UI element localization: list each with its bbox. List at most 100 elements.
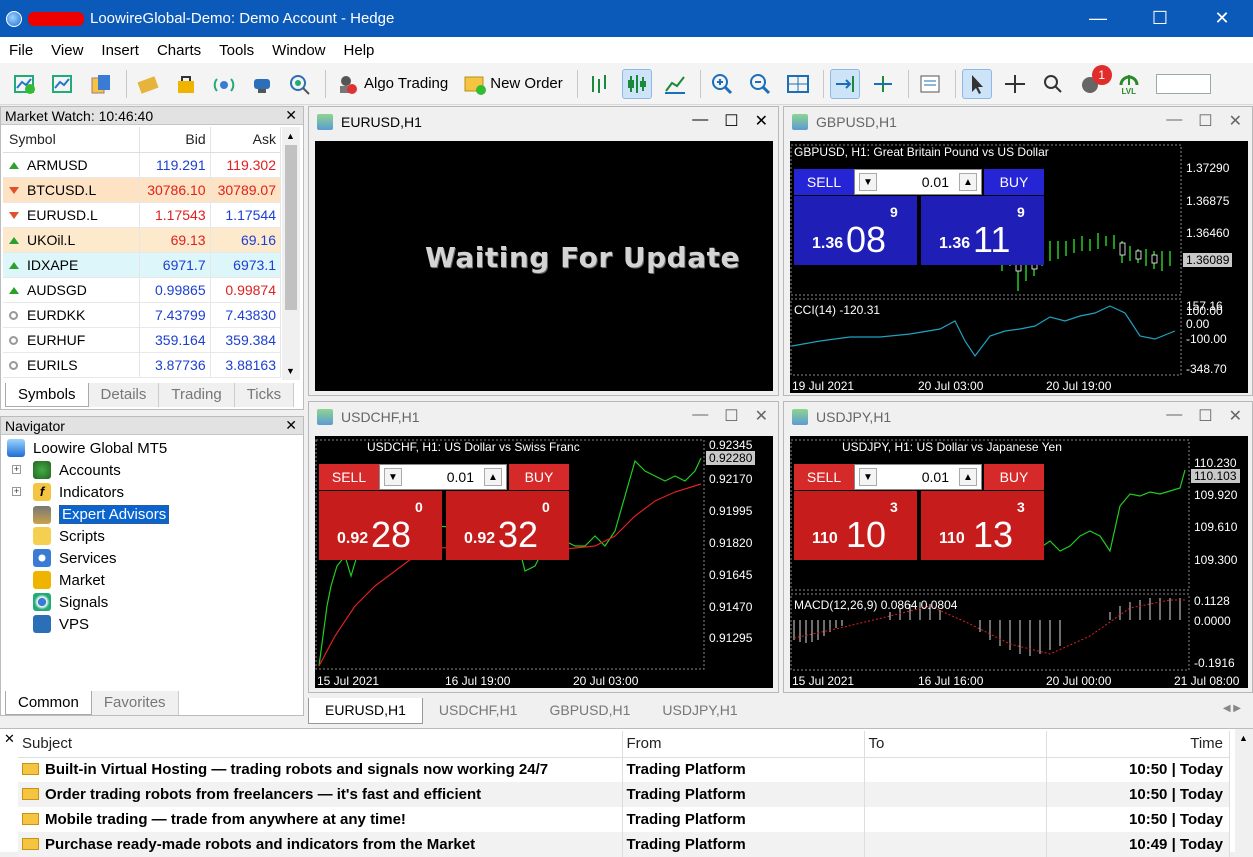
community-icon[interactable]	[285, 69, 315, 99]
zoom-out-icon[interactable]	[745, 69, 775, 99]
chart-canvas[interactable]: USDCHF, H1: US Dollar vs Swiss Franc SEL…	[315, 436, 773, 688]
buy-price-button[interactable]: 0.92 32 0	[446, 491, 569, 560]
navigator-item-signals[interactable]: Signals	[33, 593, 108, 611]
tab-details[interactable]: Details	[88, 383, 160, 407]
templates-icon[interactable]	[86, 69, 116, 99]
toolbar-input[interactable]	[1155, 73, 1211, 94]
lot-decrease-icon[interactable]: ▼	[859, 468, 877, 486]
buy-button[interactable]: BUY	[509, 464, 569, 490]
navigator-item-indicators[interactable]: f Indicators	[33, 483, 124, 501]
table-row[interactable]: IDXAPE 6971.7 6973.1	[3, 252, 282, 278]
chart-window-gbpusd[interactable]: GBPUSD,H1 — ☐ ✕ GBPUSD, H1: Great Britai…	[783, 106, 1253, 396]
sell-button[interactable]: SELL	[794, 169, 854, 195]
column-header-time[interactable]: Time	[1046, 731, 1230, 758]
menu-charts[interactable]: Charts	[148, 42, 210, 59]
table-row[interactable]: Order trading robots from freelancers — …	[18, 782, 1230, 807]
templates-list-icon[interactable]	[915, 69, 945, 99]
maximize-button[interactable]: ☐	[1129, 0, 1191, 37]
table-row[interactable]: AUDSGD 0.99865 0.99874	[3, 277, 282, 303]
chart-window-usdjpy[interactable]: USDJPY,H1 — ☐ ✕ USDJPY, H1: US Dollar vs…	[783, 401, 1253, 693]
table-row[interactable]: EURUSD.L 1.17543 1.17544	[3, 202, 282, 228]
vps-icon[interactable]	[247, 69, 277, 99]
tab-scroll-arrows-icon[interactable]: ◀ ▶	[1223, 703, 1241, 714]
table-row[interactable]: UKOil.L 69.13 69.16	[3, 227, 282, 253]
table-row[interactable]: ARMUSD 119.291 119.302	[3, 152, 282, 178]
cursor-icon[interactable]	[961, 68, 992, 99]
maximize-icon[interactable]: ☐	[1198, 111, 1212, 131]
close-icon[interactable]: ✕	[4, 731, 15, 747]
minimize-button[interactable]: —	[1067, 0, 1129, 37]
maximize-icon[interactable]: ☐	[724, 406, 738, 426]
close-icon[interactable]: ✕	[285, 107, 297, 124]
table-row[interactable]: EURDKK 7.43799 7.43830	[3, 302, 282, 328]
new-order-button[interactable]: New Order	[490, 75, 563, 92]
minimize-icon[interactable]: —	[1166, 111, 1182, 131]
lot-size-input[interactable]: ▼ 0.01 ▲	[379, 464, 507, 490]
close-icon[interactable]: ✕	[1229, 111, 1242, 131]
navigator-item-accounts[interactable]: Accounts	[33, 461, 121, 479]
chart-tab-gbpusd[interactable]: GBPUSD,H1	[533, 698, 646, 724]
navigator-item-market[interactable]: Market	[33, 571, 105, 589]
new-chart-icon[interactable]	[10, 69, 40, 99]
menu-insert[interactable]: Insert	[92, 42, 148, 59]
menu-window[interactable]: Window	[263, 42, 334, 59]
tab-common[interactable]: Common	[5, 691, 92, 715]
scroll-thumb[interactable]	[285, 145, 297, 310]
signals-icon[interactable]	[209, 69, 239, 99]
chart-tab-usdjpy[interactable]: USDJPY,H1	[646, 698, 753, 724]
tab-favorites[interactable]: Favorites	[91, 691, 179, 715]
lvl-icon[interactable]: LVL	[1114, 69, 1144, 99]
close-icon[interactable]: ✕	[755, 406, 768, 426]
lot-size-input[interactable]: ▼ 0.01 ▲	[854, 169, 982, 195]
tab-trading[interactable]: Trading	[159, 383, 235, 407]
menu-help[interactable]: Help	[335, 42, 384, 59]
chart-tab-usdchf[interactable]: USDCHF,H1	[423, 698, 534, 724]
navigator-item-vps[interactable]: VPS	[33, 615, 89, 633]
column-header-symbol[interactable]: Symbol	[3, 127, 141, 153]
candlestick-icon[interactable]	[621, 68, 652, 99]
buy-price-button[interactable]: 110 13 3	[921, 491, 1044, 560]
menu-view[interactable]: View	[42, 42, 92, 59]
bar-chart-icon[interactable]	[584, 69, 614, 99]
column-header-to[interactable]: To	[864, 731, 1047, 758]
navigator-root[interactable]: Loowire Global MT5	[7, 439, 167, 457]
column-header-bid[interactable]: Bid	[139, 127, 211, 153]
buy-button[interactable]: BUY	[984, 169, 1044, 195]
buy-button[interactable]: BUY	[984, 464, 1044, 490]
notifications-icon[interactable]: 1	[1076, 64, 1112, 99]
navigator-item-scripts[interactable]: Scripts	[33, 527, 105, 545]
table-row[interactable]: BTCUSD.L 30786.10 30789.07	[3, 177, 282, 203]
chart-shift-icon[interactable]	[868, 69, 898, 99]
sell-button[interactable]: SELL	[319, 464, 379, 490]
menu-file[interactable]: File	[0, 42, 42, 59]
maximize-icon[interactable]: ☐	[724, 111, 738, 131]
navigator-item-expert-advisors[interactable]: Expert Advisors	[33, 505, 170, 524]
table-row[interactable]: Purchase ready-made robots and indicator…	[18, 832, 1230, 857]
lot-decrease-icon[interactable]: ▼	[859, 173, 877, 191]
profiles-icon[interactable]	[48, 69, 78, 99]
auto-scroll-icon[interactable]	[829, 68, 860, 99]
chart-window-eurusd[interactable]: EURUSD,H1 — ☐ ✕ Waiting For Update	[308, 106, 779, 396]
lot-size-input[interactable]: ▼ 0.01 ▲	[854, 464, 982, 490]
crosshair-icon[interactable]	[1000, 69, 1030, 99]
mailbox-scrollbar[interactable]: ▲	[1235, 729, 1253, 853]
chart-window-usdchf[interactable]: USDCHF,H1 — ☐ ✕ USDCHF, H1: US Dollar vs…	[308, 401, 779, 693]
expand-icon[interactable]: +	[12, 487, 21, 496]
scroll-up-icon[interactable]: ▲	[286, 131, 295, 141]
chart-canvas[interactable]: Waiting For Update	[315, 141, 773, 391]
column-header-subject[interactable]: Subject	[18, 731, 623, 758]
chart-canvas[interactable]: GBPUSD, H1: Great Britain Pound vs US Do…	[790, 141, 1248, 393]
chart-canvas[interactable]: USDJPY, H1: US Dollar vs Japanese Yen SE…	[790, 436, 1248, 688]
lot-increase-icon[interactable]: ▲	[959, 173, 977, 191]
table-row[interactable]: Mobile trading — trade from anywhere at …	[18, 807, 1230, 832]
sell-price-button[interactable]: 0.92 28 0	[319, 491, 442, 560]
close-icon[interactable]: ✕	[755, 111, 768, 131]
minimize-icon[interactable]: —	[1166, 406, 1182, 426]
algo-trading-button[interactable]: Algo Trading	[364, 75, 448, 92]
market-icon[interactable]	[171, 69, 201, 99]
line-chart-icon[interactable]	[660, 69, 690, 99]
menu-tools[interactable]: Tools	[210, 42, 263, 59]
column-header-ask[interactable]: Ask	[210, 127, 282, 153]
chart-tab-eurusd[interactable]: EURUSD,H1	[308, 698, 423, 724]
tab-symbols[interactable]: Symbols	[5, 383, 89, 407]
